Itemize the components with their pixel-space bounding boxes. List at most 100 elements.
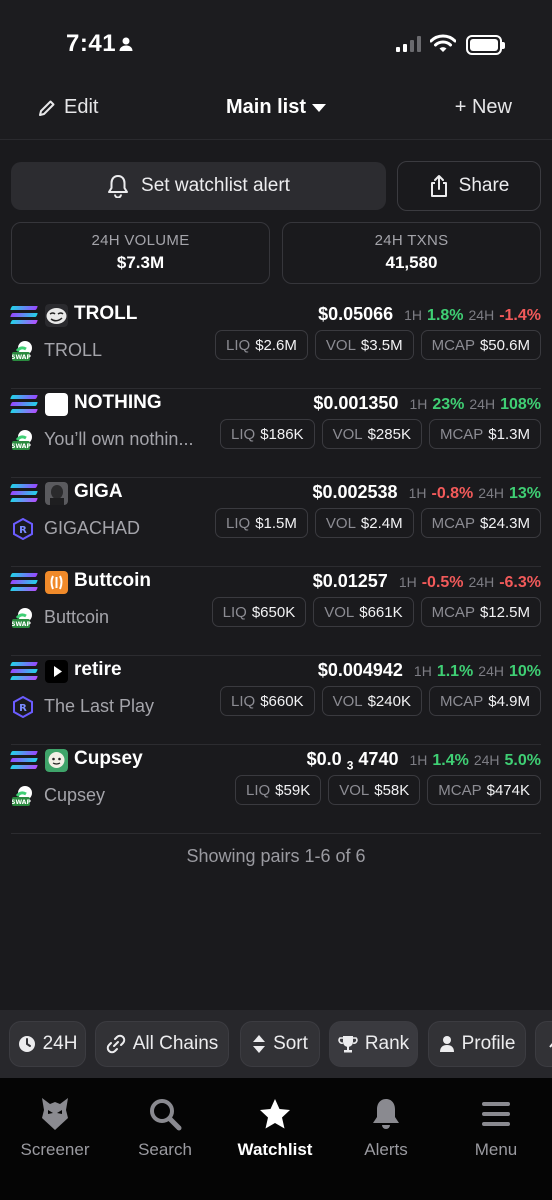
metric-pills: LIQ $650K VOL $661K MCAP $12.5M xyxy=(211,597,541,627)
nav-menu[interactable]: Menu xyxy=(441,1094,551,1160)
white-square-icon xyxy=(45,393,68,416)
token-price: $0.004942 xyxy=(317,660,403,680)
h24-label: 24H xyxy=(478,663,504,679)
txns-stat: 24H TXNS 41,580 xyxy=(282,222,541,284)
svg-text:R: R xyxy=(19,703,27,714)
time-filter-label: 24H xyxy=(42,1033,78,1054)
profile-chip[interactable]: Profile xyxy=(428,1021,526,1067)
vol-label: VOL xyxy=(324,603,355,621)
volume-value: $7.3M xyxy=(116,253,165,272)
metric-pills: LIQ $186K VOL $285K MCAP $1.3M xyxy=(220,419,541,449)
h24-change: 13% xyxy=(508,485,541,502)
search-icon xyxy=(150,1099,182,1131)
swap-dex-icon: SWAP xyxy=(12,430,32,450)
profile-label: Profile xyxy=(461,1033,516,1054)
rank-chip[interactable]: Rank xyxy=(329,1021,418,1067)
status-bar: 7:41 xyxy=(0,0,552,88)
liq-value: $186K xyxy=(260,425,304,443)
new-list-button[interactable]: + New xyxy=(455,96,512,119)
trophy-icon xyxy=(338,1036,358,1053)
token-price: $0.002538 xyxy=(312,482,398,502)
pair-row-buttcoin[interactable]: Buttcoin SWAP Buttcoin $0.01257 1H -0.5%… xyxy=(10,567,541,656)
token-price: $0.05066 xyxy=(318,304,394,324)
token-price: $0.0 3 4740 xyxy=(307,749,399,773)
liq-pill: LIQ $1.5M xyxy=(215,508,308,538)
h24-label: 24H xyxy=(478,485,504,501)
liq-value: $59K xyxy=(275,781,311,799)
liq-pill: LIQ $650K xyxy=(211,597,307,627)
mcap-label: MCAP xyxy=(439,425,484,443)
vol-pill: VOL $285K xyxy=(321,419,422,449)
pair-row-retire[interactable]: retire R The Last Play $0.004942 1H 1.1%… xyxy=(10,656,541,745)
nav-alerts[interactable]: Alerts xyxy=(331,1094,441,1160)
liq-label: LIQ xyxy=(245,781,271,799)
liq-pill: LIQ $660K xyxy=(220,686,315,716)
h24-change: 5.0% xyxy=(504,752,541,769)
mcap-pill: MCAP $474K xyxy=(427,775,541,805)
solana-icon xyxy=(10,484,38,502)
troll-face-icon xyxy=(45,304,68,327)
share-label: Share xyxy=(458,175,510,196)
buttcoin-icon xyxy=(45,571,68,594)
liq-label: LIQ xyxy=(226,514,251,532)
sort-chip[interactable]: Sort xyxy=(240,1021,320,1067)
metric-pills: LIQ $2.6M VOL $3.5M MCAP $50.6M xyxy=(215,330,541,360)
share-button[interactable]: Share xyxy=(397,161,541,211)
mcap-label: MCAP xyxy=(431,603,475,621)
nav-screener[interactable]: Screener xyxy=(0,1094,110,1160)
token-price: $0.001350 xyxy=(313,393,399,413)
alert-label: Set watchlist alert xyxy=(141,175,290,196)
token-subname: Buttcoin xyxy=(44,607,110,627)
token-name: Cupsey xyxy=(74,748,143,769)
person-icon xyxy=(119,37,133,51)
mcap-value: $1.3M xyxy=(488,425,530,443)
vol-value: $661K xyxy=(359,603,403,621)
h1-change: 23% xyxy=(432,396,465,413)
h24-change: 10% xyxy=(508,663,541,680)
vol-pill: VOL $58K xyxy=(328,775,421,805)
pair-row-giga[interactable]: GIGA R GIGACHAD $0.002538 1H -0.8% 24H 1… xyxy=(10,478,541,567)
person-icon xyxy=(439,1036,454,1052)
pair-row-nothing[interactable]: NOTHING SWAP You’ll own nothin... $0.001… xyxy=(10,389,541,478)
chains-filter-label: All Chains xyxy=(132,1033,219,1054)
battery-icon xyxy=(466,35,505,55)
price-area: $0.002538 1H -0.8% 24H 13% xyxy=(312,482,541,503)
swap-dex-icon: SWAP xyxy=(12,608,32,628)
nav-watchlist[interactable]: Watchlist xyxy=(220,1094,330,1160)
raydium-dex-icon: R xyxy=(13,518,33,540)
solana-icon xyxy=(10,751,38,769)
liq-pill: LIQ $59K xyxy=(234,775,322,805)
token-subname: Cupsey xyxy=(44,785,106,805)
vol-value: $58K xyxy=(374,781,410,799)
bell-icon xyxy=(373,1099,399,1129)
cell-signal-icon xyxy=(396,36,421,52)
pair-row-cupsey[interactable]: Cupsey SWAP Cupsey $0.0 3 4740 1H 1.4% 2… xyxy=(10,745,541,834)
h24-label: 24H xyxy=(469,396,496,412)
volume-label: 24H VOLUME xyxy=(91,232,190,249)
liq-value: $2.6M xyxy=(255,336,297,354)
h24-change: -1.4% xyxy=(499,307,541,324)
set-watchlist-alert-button[interactable]: Set watchlist alert xyxy=(11,162,386,210)
pair-row-troll[interactable]: TROLL SWAP TROLL $0.05066 1H 1.8% 24H -1… xyxy=(10,300,541,389)
vol-label: VOL xyxy=(332,425,363,443)
vol-value: $240K xyxy=(367,692,411,710)
more-filters-chip[interactable] xyxy=(535,1021,552,1067)
mcap-label: MCAP xyxy=(431,514,475,532)
list-title: Main list xyxy=(225,96,306,118)
h1-change: 1.8% xyxy=(427,307,464,324)
chains-filter-chip[interactable]: All Chains xyxy=(95,1021,229,1067)
chevron-up-icon xyxy=(549,1043,552,1048)
h24-label: 24H xyxy=(468,307,495,323)
bell-icon xyxy=(108,175,129,198)
caret-down-icon xyxy=(312,103,326,112)
h1-label: 1H xyxy=(398,574,417,590)
h1-label: 1H xyxy=(408,485,427,501)
liq-label: LIQ xyxy=(231,425,256,443)
liq-pill: LIQ $2.6M xyxy=(215,330,308,360)
liq-label: LIQ xyxy=(231,692,256,710)
time-filter-chip[interactable]: 24H xyxy=(9,1021,86,1067)
nav-search[interactable]: Search xyxy=(110,1094,220,1160)
price-area: $0.01257 1H -0.5% 24H -6.3% xyxy=(313,571,541,592)
h1-label: 1H xyxy=(409,396,428,412)
token-name: Buttcoin xyxy=(74,570,152,591)
